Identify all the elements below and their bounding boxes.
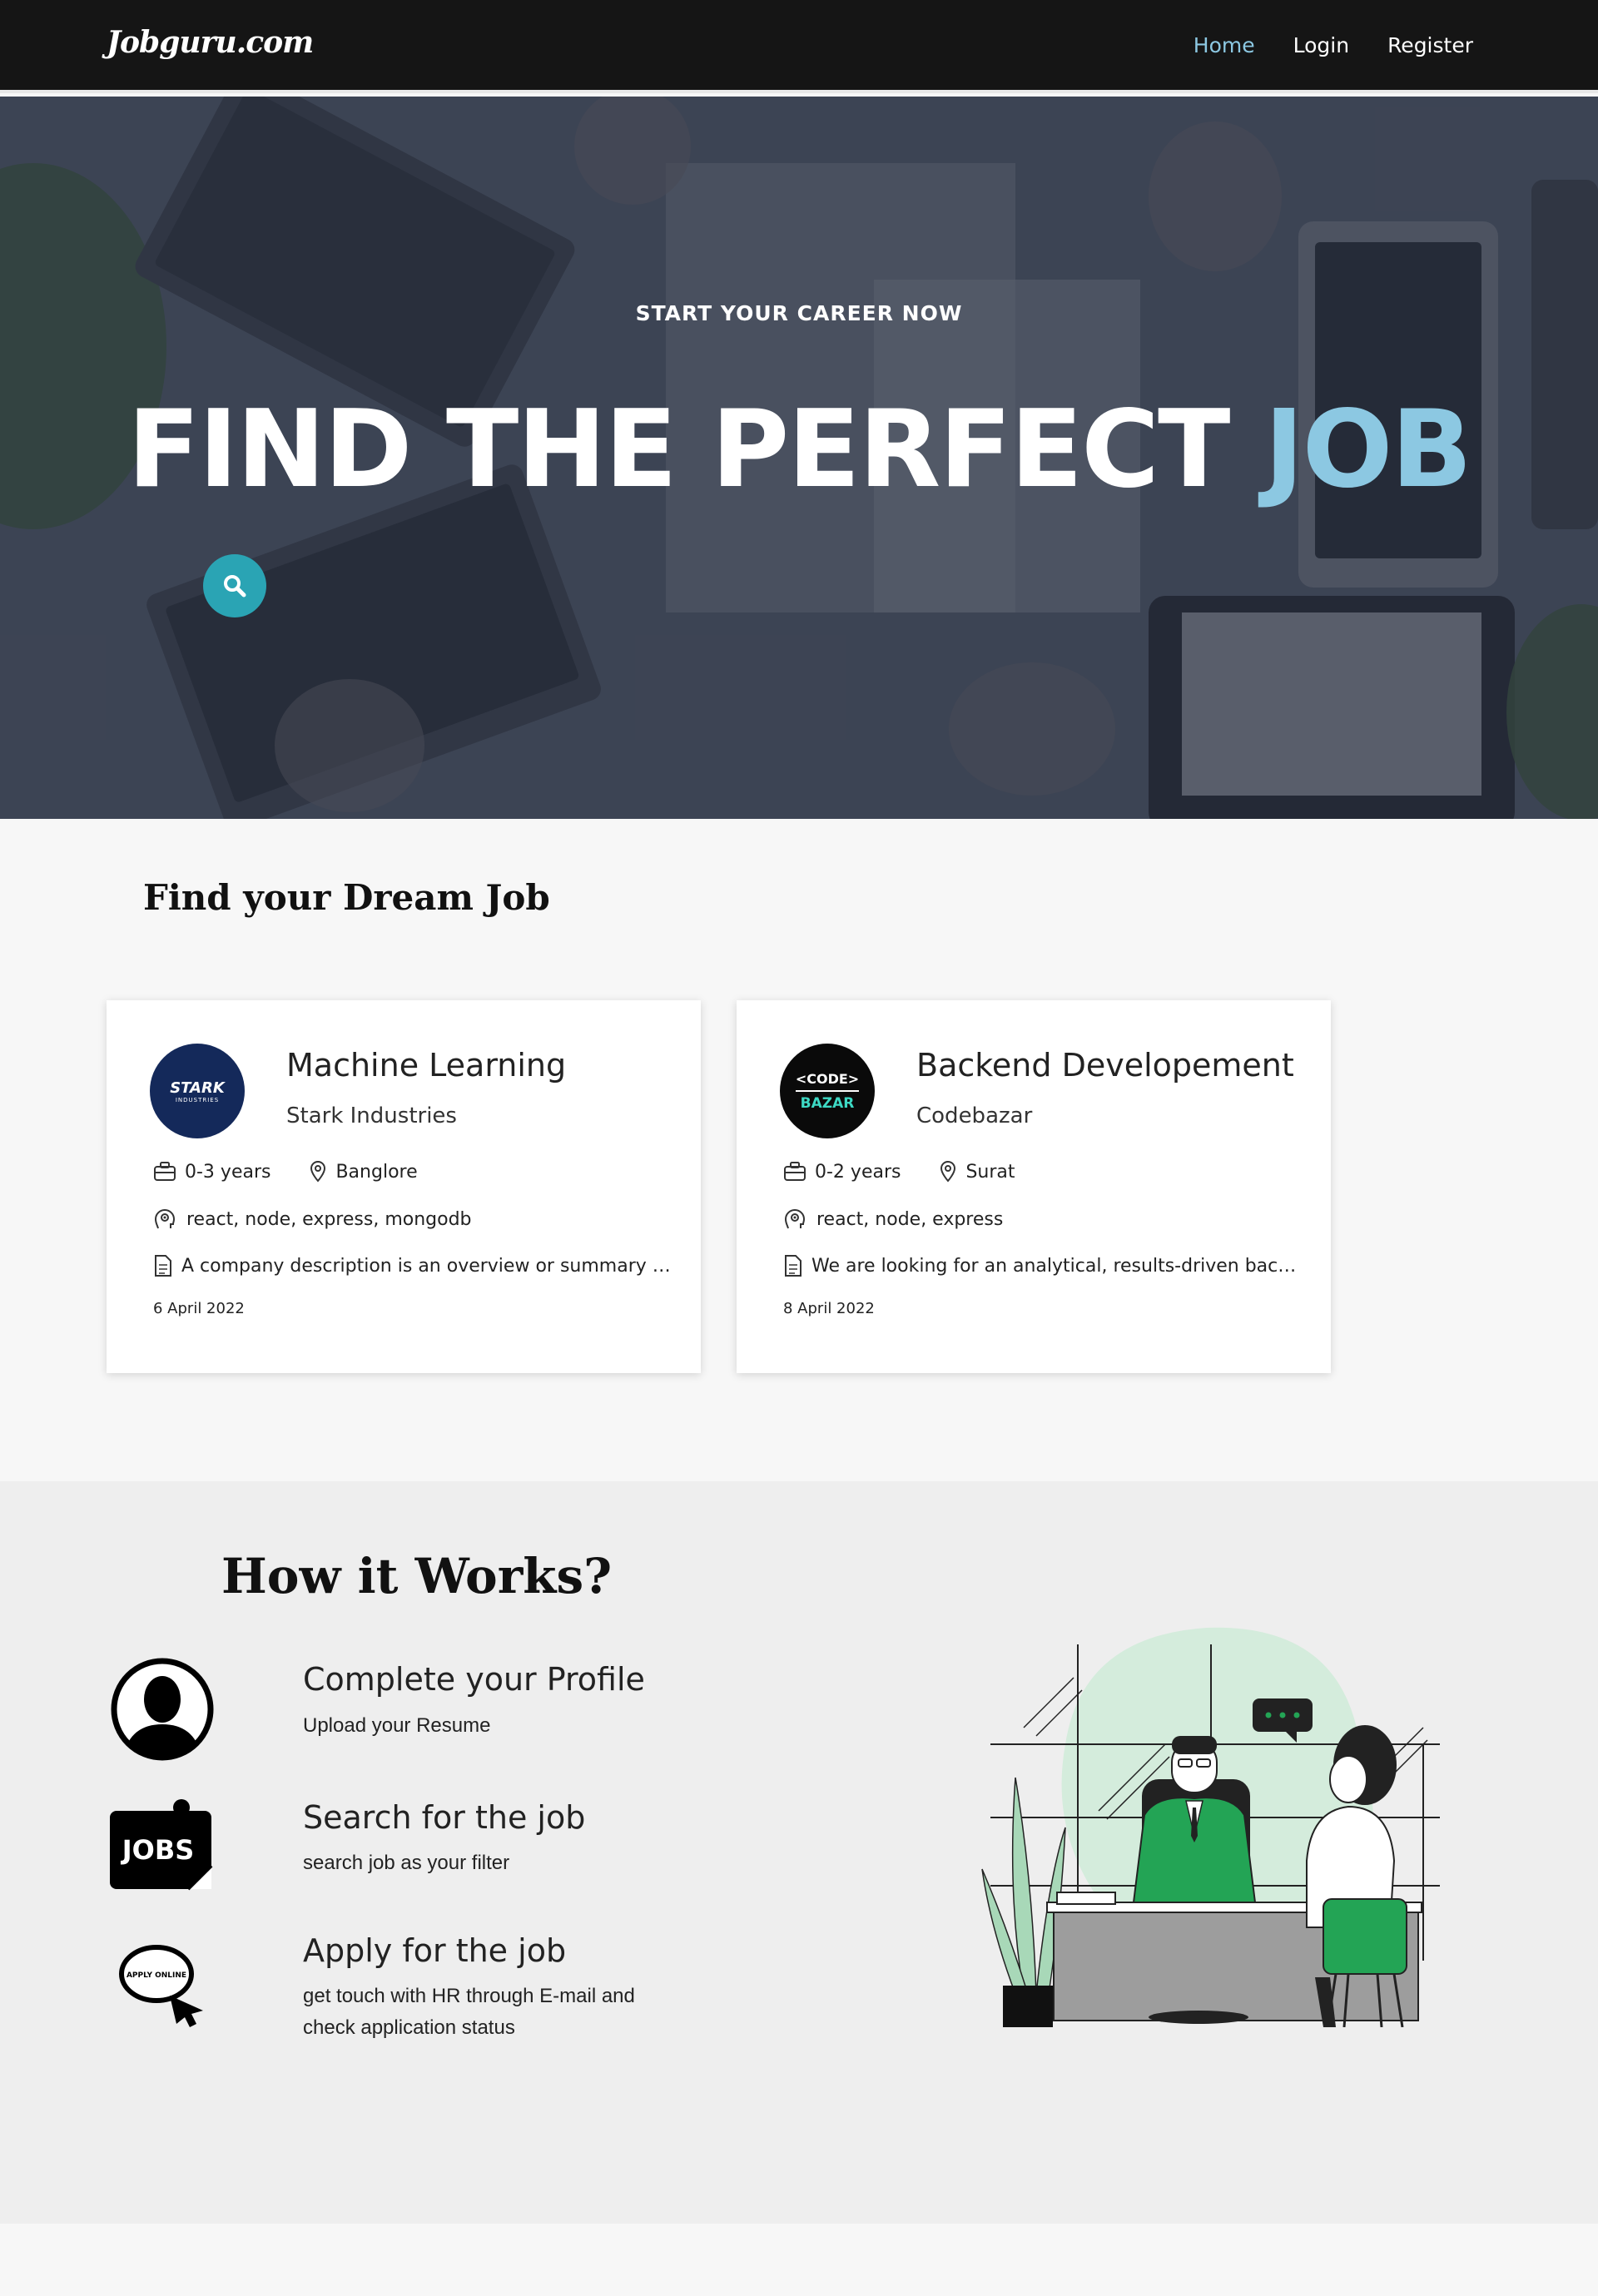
- job-skills: react, node, express: [816, 1208, 1004, 1230]
- job-posted-date: 6 April 2022: [153, 1300, 245, 1317]
- hero-title: FIND THE PERFECT JOB: [0, 388, 1598, 512]
- experience-location-row: 0-2 years Surat: [783, 1160, 1015, 1183]
- jobs-sign-text: JOBS: [121, 1834, 195, 1866]
- step-title: Complete your Profile: [303, 1661, 645, 1698]
- job-experience: 0-3 years: [185, 1161, 271, 1183]
- description-row: We are looking for an analytical, result…: [783, 1253, 1303, 1278]
- job-location: Banglore: [335, 1161, 418, 1183]
- dream-job-section: Find your Dream Job STARK INDUSTRIES Mac…: [0, 819, 1598, 1481]
- description-row: A company description is an overview or …: [153, 1253, 672, 1278]
- briefcase-icon: [154, 1162, 176, 1181]
- job-interview-illustration: [981, 1627, 1440, 2027]
- job-description: A company description is an overview or …: [181, 1255, 672, 1277]
- job-experience: 0-2 years: [815, 1161, 901, 1183]
- document-icon: [785, 1255, 801, 1277]
- job-title[interactable]: Backend Developement: [916, 1047, 1294, 1084]
- skills-gear-head-icon: [784, 1209, 806, 1229]
- company-name: Codebazar: [916, 1103, 1033, 1128]
- experience-location-row: 0-3 years Banglore: [153, 1160, 418, 1183]
- skills-row: react, node, express, mongodb: [153, 1207, 472, 1232]
- brand-logo[interactable]: Jobguru.com: [107, 25, 314, 60]
- step-description: get touch with HR through E-mail and che…: [303, 1985, 635, 2039]
- job-description: We are looking for an analytical, result…: [811, 1255, 1303, 1277]
- search-icon: [224, 575, 246, 598]
- nav-login-link[interactable]: Login: [1293, 33, 1349, 57]
- apply-online-text: APPLY ONLINE: [127, 1971, 186, 1980]
- hero-banner: START YOUR CAREER NOW FIND THE PERFECT J…: [0, 97, 1598, 819]
- job-location: Surat: [965, 1161, 1015, 1183]
- company-logo: STARK INDUSTRIES: [150, 1044, 245, 1138]
- briefcase-icon: [784, 1162, 806, 1181]
- navbar: Jobguru.com Home Login Register: [0, 0, 1598, 93]
- job-skills: react, node, express, mongodb: [186, 1208, 472, 1230]
- skills-row: react, node, express: [783, 1207, 1003, 1232]
- jobs-sign-icon: JOBS: [105, 1799, 216, 1896]
- job-card[interactable]: <CODE> BAZAR Backend Developement Codeba…: [737, 1000, 1331, 1373]
- nav-home-link[interactable]: Home: [1194, 33, 1255, 57]
- hero-tagline: START YOUR CAREER NOW: [635, 301, 963, 325]
- company-logo-text: <CODE>: [795, 1071, 860, 1092]
- company-logo: <CODE> BAZAR: [780, 1044, 875, 1138]
- apply-online-icon: APPLY ONLINE: [105, 1937, 216, 2029]
- job-title[interactable]: Machine Learning: [286, 1047, 566, 1084]
- section-title: Find your Dream Job: [143, 877, 550, 918]
- job-posted-date: 8 April 2022: [783, 1300, 875, 1317]
- company-name: Stark Industries: [286, 1103, 457, 1128]
- search-button[interactable]: [203, 554, 266, 617]
- location-pin-icon: [940, 1160, 956, 1183]
- hero-title-main: FIND THE PERFECT: [127, 388, 1264, 512]
- footer-strip: [0, 2224, 1598, 2296]
- step-title: Search for the job: [303, 1799, 586, 1836]
- step-description: Upload your Resume: [303, 1714, 491, 1737]
- location-pin-icon: [310, 1160, 326, 1183]
- user-profile-icon: [105, 1658, 220, 1761]
- step-title: Apply for the job: [303, 1932, 567, 1969]
- nav-links: Home Login Register: [1194, 33, 1473, 57]
- section-title: How it Works?: [221, 1548, 613, 1604]
- step-description: search job as your filter: [303, 1852, 510, 1874]
- company-logo-text: STARK: [170, 1079, 225, 1097]
- skills-gear-head-icon: [154, 1209, 176, 1229]
- hero-title-accent: JOB: [1263, 388, 1472, 512]
- job-card[interactable]: STARK INDUSTRIES Machine Learning Stark …: [107, 1000, 701, 1373]
- how-it-works-section: How it Works? Complete your Profile Uplo…: [0, 1481, 1598, 2224]
- document-icon: [155, 1255, 171, 1277]
- company-logo-subtext: INDUSTRIES: [175, 1096, 220, 1103]
- company-logo-subtext: BAZAR: [800, 1094, 855, 1112]
- nav-register-link[interactable]: Register: [1387, 33, 1473, 57]
